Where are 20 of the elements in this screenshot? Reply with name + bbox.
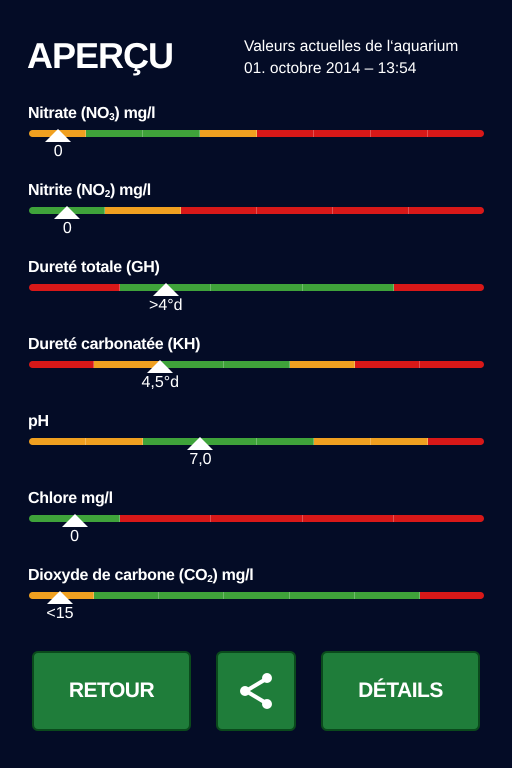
text-button[interactable]: RETOUR: [32, 651, 191, 731]
parameter-label: Chlore mg/l: [28, 489, 114, 509]
parameter-label: pH: [28, 412, 50, 432]
parameter-label: Nitrate (NO$_{3}$) mg/l: [28, 104, 156, 125]
reading: 7,0: [189, 451, 212, 469]
text-button[interactable]: DÉTAILS: [321, 651, 480, 731]
reading: 0: [54, 143, 63, 161]
parameter-label: Dureté totale (GH): [28, 258, 160, 278]
parameter-label: Dioxyde de carbone (CO$_{2}$) mg/l: [28, 566, 254, 587]
reading: 4,5°d: [142, 374, 180, 392]
subtitle: Valeurs actuelles de l‘aquarium: [244, 37, 460, 57]
reading: >4°d: [149, 297, 183, 315]
parameter-label: Nitrite (NO$_{2}$) mg/l: [28, 181, 152, 202]
reading: <15: [46, 605, 74, 623]
parameter-label: Dureté carbonatée (KH): [28, 335, 202, 355]
page-title: APERÇU: [27, 38, 174, 74]
reading: 0: [70, 528, 80, 546]
share-button[interactable]: [216, 651, 296, 731]
date-time: 01. octobre 2014 – 13:54: [244, 59, 418, 79]
reading: 0: [62, 220, 72, 238]
